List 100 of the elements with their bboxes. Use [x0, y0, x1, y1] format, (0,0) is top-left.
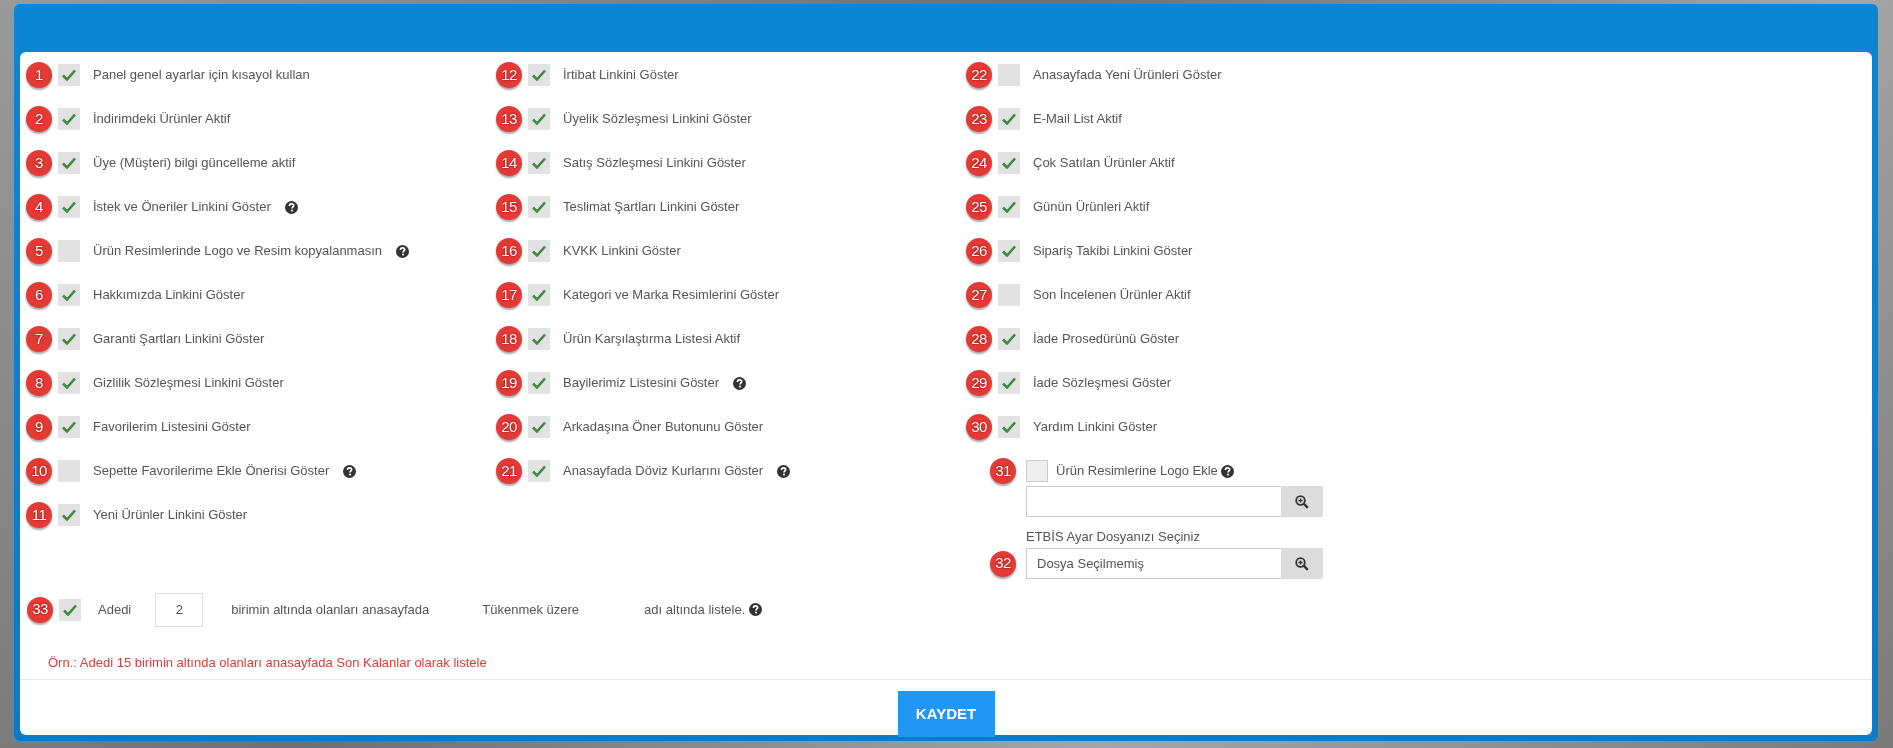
logo-file-field[interactable]: [1026, 486, 1281, 517]
checkbox[interactable]: [58, 108, 80, 130]
field-label: adı altında listele.: [644, 600, 746, 619]
setting-label: Ürün Karşılaştırma Listesi Aktif: [563, 330, 740, 349]
check-icon: [532, 333, 546, 345]
setting-label: Anasayfada Yeni Ürünleri Göster: [1033, 66, 1222, 85]
check-icon: [62, 509, 76, 521]
help-icon[interactable]: [343, 464, 357, 478]
check-icon: [62, 201, 76, 213]
setting-label: Yeni Ürünler Linkini Göster: [93, 506, 248, 525]
help-icon[interactable]: [733, 376, 747, 390]
checkbox[interactable]: [58, 196, 80, 218]
check-icon: [62, 69, 76, 81]
number-badge: 1: [26, 62, 52, 88]
checkbox[interactable]: [528, 328, 550, 350]
file-field[interactable]: Dosya Seçilmemiş: [1026, 548, 1281, 579]
setting-label: Bayilerimiz Listesini Göster: [563, 374, 720, 393]
check-icon: [62, 289, 76, 301]
zoom-in-icon: [1295, 494, 1309, 509]
checkbox[interactable]: [528, 240, 550, 262]
checkbox[interactable]: [528, 196, 550, 218]
check-icon: [1002, 421, 1016, 433]
checkbox[interactable]: [58, 372, 80, 394]
setting-label: Garanti Şartları Linkini Göster: [93, 330, 265, 349]
checkbox[interactable]: [1026, 460, 1048, 482]
checkbox[interactable]: [998, 284, 1020, 306]
checkbox[interactable]: [998, 152, 1020, 174]
checkbox[interactable]: [58, 460, 80, 482]
checkbox[interactable]: [58, 152, 80, 174]
check-icon: [1002, 377, 1016, 389]
help-icon[interactable]: [284, 200, 298, 214]
setting-label: İade Prosedürünü Göster: [1033, 330, 1179, 349]
setting-label: Yardım Linkini Göster: [1033, 418, 1158, 437]
check-icon: [532, 377, 546, 389]
setting-label: Teslimat Şartları Linkini Göster: [563, 198, 740, 217]
setting-label: İade Sözleşmesi Göster: [1033, 374, 1171, 393]
number-badge: 23: [966, 106, 992, 132]
setting-label: Üyelik Sözleşmesi Linkini Göster: [563, 110, 752, 129]
checkbox[interactable]: [58, 328, 80, 350]
check-icon: [1002, 245, 1016, 257]
checkbox[interactable]: [998, 328, 1020, 350]
checkbox[interactable]: [998, 416, 1020, 438]
check-icon: [62, 333, 76, 345]
help-icon[interactable]: [777, 464, 791, 478]
setting-label: Hakkımızda Linkini Göster: [93, 286, 245, 305]
number-badge: 22: [966, 62, 992, 88]
checkbox[interactable]: [528, 64, 550, 86]
number-badge: 24: [966, 150, 992, 176]
checkbox[interactable]: [58, 504, 80, 526]
number-badge: 29: [966, 370, 992, 396]
checkbox[interactable]: [998, 196, 1020, 218]
checkbox[interactable]: [528, 152, 550, 174]
check-icon: [532, 465, 546, 477]
check-icon: [532, 245, 546, 257]
setting-label: Son İncelenen Ürünler Aktif: [1033, 286, 1191, 305]
number-badge: 26: [966, 238, 992, 264]
checkbox[interactable]: [58, 64, 80, 86]
number-badge: 14: [496, 150, 522, 176]
check-icon: [1002, 157, 1016, 169]
checkbox[interactable]: [528, 108, 550, 130]
number-badge: 2: [26, 106, 52, 132]
help-icon[interactable]: [396, 244, 410, 258]
number-badge: 10: [26, 458, 52, 484]
zoom-button[interactable]: [1281, 548, 1323, 579]
number-badge: 25: [966, 194, 992, 220]
zoom-button[interactable]: [1281, 486, 1323, 517]
checkbox[interactable]: [998, 108, 1020, 130]
checkbox[interactable]: [528, 372, 550, 394]
number-badge: 13: [496, 106, 522, 132]
setting-label: Sepette Favorilerime Ekle Önerisi Göster: [93, 462, 330, 481]
checkbox[interactable]: [58, 240, 80, 262]
check-icon: [532, 69, 546, 81]
quantity-field[interactable]: 2: [155, 592, 204, 627]
number-badge: 21: [496, 458, 522, 484]
checkbox[interactable]: [998, 372, 1020, 394]
check-icon: [532, 157, 546, 169]
number-badge: 8: [26, 370, 52, 396]
zoom-in-icon: [1295, 556, 1309, 571]
checkbox[interactable]: [58, 284, 80, 306]
check-icon: [62, 421, 76, 433]
number-badge: 27: [966, 282, 992, 308]
checkbox[interactable]: [58, 416, 80, 438]
check-icon: [62, 113, 76, 125]
number-badge: 9: [26, 414, 52, 440]
number-badge: 15: [496, 194, 522, 220]
field-label: Adedi: [98, 600, 132, 619]
setting-label: İndirimdeki Ürünler Aktif: [93, 110, 231, 129]
number-badge: 4: [26, 194, 52, 220]
checkbox[interactable]: [528, 416, 550, 438]
help-icon[interactable]: [749, 603, 763, 616]
checkbox[interactable]: [998, 240, 1020, 262]
help-icon[interactable]: [1220, 464, 1234, 478]
checkbox[interactable]: [59, 598, 81, 621]
setting-label: Gizlilik Sözleşmesi Linkini Göster: [93, 374, 284, 393]
checkbox[interactable]: [998, 64, 1020, 86]
checkbox[interactable]: [528, 284, 550, 306]
setting-label: Kategori ve Marka Resimlerini Göster: [563, 286, 780, 305]
setting-label: Anasayfada Döviz Kurlarını Göster: [563, 462, 764, 481]
checkbox[interactable]: [528, 460, 550, 482]
example-note: Örn.: Adedi 15 birimin altında olanları anasayfada Son Kalanlar olarak listele: [47, 653, 488, 672]
